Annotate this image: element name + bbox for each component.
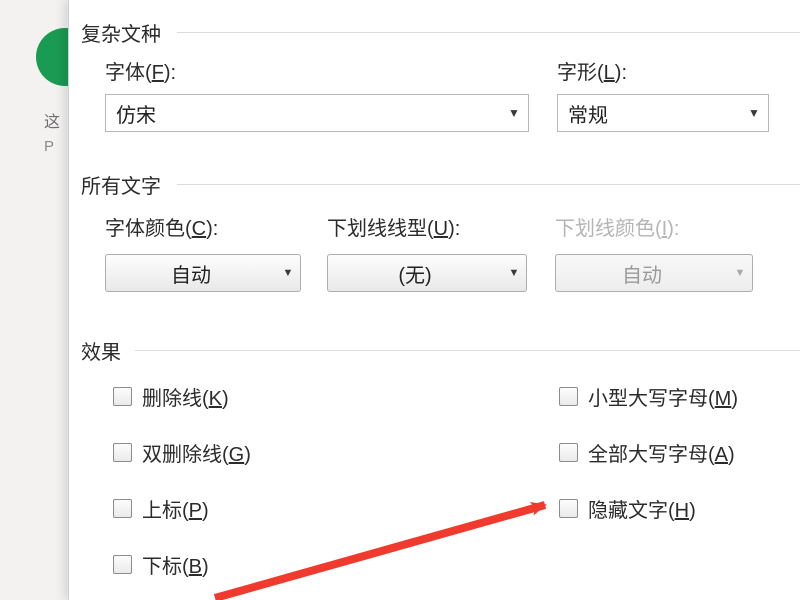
- hidden-text-checkbox[interactable]: 隐藏文字(H): [559, 494, 696, 523]
- checkbox-icon: [113, 499, 132, 518]
- section-effects: 效果: [81, 336, 121, 365]
- checkbox-icon: [559, 387, 578, 406]
- divider: [135, 350, 800, 351]
- all-caps-label: 全部大写字母(A): [588, 438, 735, 467]
- strikethrough-label: 删除线(K): [142, 382, 229, 411]
- all-caps-checkbox[interactable]: 全部大写字母(A): [559, 438, 735, 467]
- small-caps-checkbox[interactable]: 小型大写字母(M): [559, 382, 738, 411]
- small-caps-label: 小型大写字母(M): [588, 382, 738, 411]
- underline-style-label: 下划线线型(U):: [327, 212, 460, 241]
- checkbox-icon: [113, 387, 132, 406]
- section-complex-scripts: 复杂文种: [81, 18, 161, 47]
- checkbox-icon: [559, 499, 578, 518]
- double-strikethrough-label: 双删除线(G): [142, 438, 251, 467]
- section-all-text: 所有文字: [81, 170, 161, 199]
- background-text-1: 这: [44, 108, 60, 132]
- hidden-text-label: 隐藏文字(H): [588, 494, 696, 523]
- superscript-label: 上标(P): [142, 494, 209, 523]
- chevron-down-icon: ▼: [276, 267, 300, 279]
- divider: [177, 32, 800, 33]
- checkbox-icon: [113, 555, 132, 574]
- chevron-down-icon: ▼: [500, 106, 528, 120]
- font-color-combo[interactable]: 自动 ▼: [105, 254, 301, 292]
- style-combo-value: 常规: [558, 99, 740, 128]
- underline-color-value: 自动: [556, 259, 728, 288]
- chevron-down-icon: ▼: [728, 267, 752, 279]
- font-combo[interactable]: 仿宋 ▼: [105, 94, 529, 132]
- underline-color-label: 下划线颜色(I):: [555, 212, 679, 241]
- style-label: 字形(L):: [557, 56, 627, 85]
- divider: [177, 184, 800, 185]
- superscript-checkbox[interactable]: 上标(P): [113, 494, 209, 523]
- font-label: 字体(F):: [105, 56, 176, 85]
- checkbox-icon: [559, 443, 578, 462]
- double-strikethrough-checkbox[interactable]: 双删除线(G): [113, 438, 251, 467]
- font-combo-value: 仿宋: [106, 99, 500, 128]
- underline-style-combo[interactable]: (无) ▼: [327, 254, 527, 292]
- font-color-value: 自动: [106, 259, 276, 288]
- chevron-down-icon: ▼: [502, 267, 526, 279]
- style-combo[interactable]: 常规 ▼: [557, 94, 769, 132]
- underline-color-combo: 自动 ▼: [555, 254, 753, 292]
- font-dialog: 复杂文种 字体(F): 字形(L): 仿宋 ▼ 常规 ▼ 所有文字 字体颜色(C…: [68, 0, 800, 600]
- strikethrough-checkbox[interactable]: 删除线(K): [113, 382, 229, 411]
- chevron-down-icon: ▼: [740, 106, 768, 120]
- subscript-checkbox[interactable]: 下标(B): [113, 550, 209, 579]
- underline-style-value: (无): [328, 259, 502, 288]
- font-color-label: 字体颜色(C):: [105, 212, 218, 241]
- background-panel: [0, 0, 68, 600]
- background-text-2: P: [44, 138, 54, 155]
- subscript-label: 下标(B): [142, 550, 209, 579]
- checkbox-icon: [113, 443, 132, 462]
